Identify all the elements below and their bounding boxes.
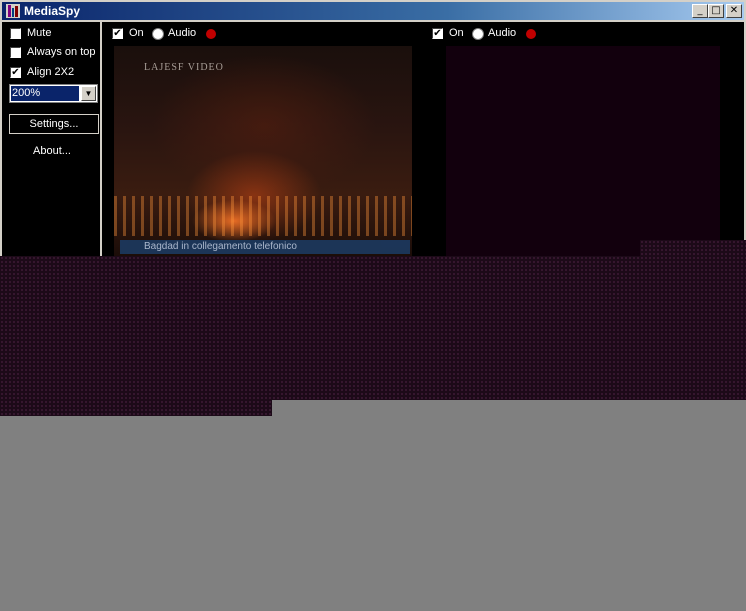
mute-checkbox[interactable] xyxy=(10,28,21,39)
maximize-button[interactable]: □ xyxy=(708,4,724,18)
app-icon[interactable] xyxy=(5,3,21,19)
mute-label[interactable]: Mute xyxy=(27,27,51,39)
settings-button[interactable]: Settings... xyxy=(9,114,99,134)
zoom-value: 200% xyxy=(11,86,79,101)
sidebar: Mute Always on top ✔ Align 2X2 200% ▼ Se… xyxy=(2,22,102,258)
panel1-on-checkbox[interactable]: ✔ xyxy=(112,28,123,39)
close-icon: ✕ xyxy=(729,5,739,16)
video-caption: Bagdad in collegamento telefonico xyxy=(120,240,410,254)
desktop-background xyxy=(272,400,746,416)
mediaspy-window: MediaSpy _ □ ✕ Mute Always on top ✔ Alig… xyxy=(0,0,746,258)
video-preview-1[interactable]: LAJESF VIDEO Bagdad in collegamento tele… xyxy=(114,46,412,258)
video-watermark: LAJESF VIDEO xyxy=(144,62,224,73)
window-title: MediaSpy xyxy=(24,4,81,18)
check-icon: ✔ xyxy=(433,27,442,39)
check-icon: ✔ xyxy=(11,66,20,78)
record-indicator-icon xyxy=(526,29,536,39)
minimize-icon: _ xyxy=(697,5,703,16)
minimize-button[interactable]: _ xyxy=(692,4,708,18)
about-link[interactable]: About... xyxy=(2,145,102,157)
chevron-down-icon[interactable]: ▼ xyxy=(81,86,96,101)
overlay-noise-region xyxy=(0,256,746,416)
close-button[interactable]: ✕ xyxy=(726,4,742,18)
always-on-top-checkbox[interactable] xyxy=(10,47,21,58)
always-on-top-label[interactable]: Always on top xyxy=(27,46,95,58)
panel1-audio-label[interactable]: Audio xyxy=(168,27,196,39)
panel2-audio-radio[interactable] xyxy=(472,28,484,40)
panel1-audio-radio[interactable] xyxy=(152,28,164,40)
maximize-icon: □ xyxy=(711,5,721,16)
panel2-on-label[interactable]: On xyxy=(449,27,464,39)
zoom-select[interactable]: 200% ▼ xyxy=(9,84,98,103)
align-label[interactable]: Align 2X2 xyxy=(27,66,74,78)
title-bar[interactable]: MediaSpy _ □ ✕ xyxy=(2,2,744,20)
align-checkbox[interactable]: ✔ xyxy=(10,67,21,78)
client-area: Mute Always on top ✔ Align 2X2 200% ▼ Se… xyxy=(2,22,744,258)
panel2-audio-label[interactable]: Audio xyxy=(488,27,516,39)
record-indicator-icon xyxy=(206,29,216,39)
video-frame-lights xyxy=(114,196,412,236)
check-icon: ✔ xyxy=(113,27,122,39)
video-preview-2[interactable] xyxy=(446,46,720,258)
panel1-on-label[interactable]: On xyxy=(129,27,144,39)
panel2-on-checkbox[interactable]: ✔ xyxy=(432,28,443,39)
